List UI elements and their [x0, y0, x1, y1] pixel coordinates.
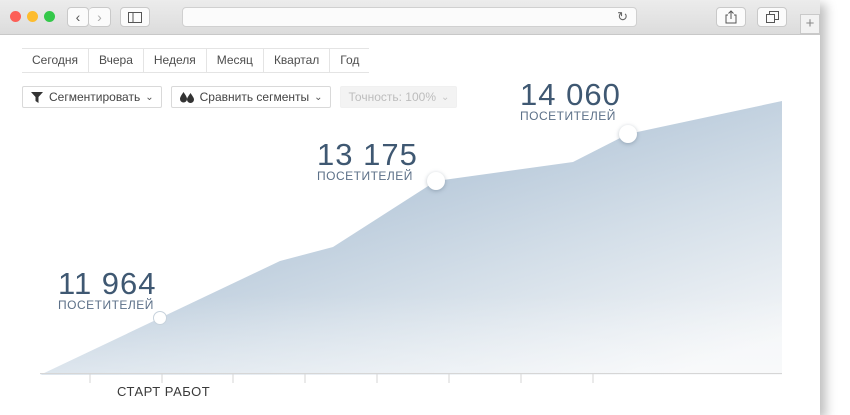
tab-month[interactable]: Месяц [207, 49, 264, 72]
accuracy-label: Точность: 100% [348, 90, 436, 104]
data-point[interactable] [619, 125, 637, 143]
annotation-value: 11 964 [58, 266, 157, 301]
forward-button[interactable]: › [89, 7, 111, 27]
share-icon [725, 10, 737, 24]
segment-button-label: Сегментировать [49, 90, 141, 104]
tabs-overview-icon [765, 11, 779, 23]
annotation-unit: ПОСЕТИТЕЛЕЙ [58, 298, 154, 312]
minimize-window-button[interactable] [27, 11, 38, 22]
annotation-13175: 13 175 ПОСЕТИТЕЛЕЙ [317, 137, 418, 183]
accuracy-select[interactable]: Точность: 100% ⌄ [339, 86, 458, 108]
sidebar-icon [128, 11, 142, 23]
compare-segments-label: Сравнить сегменты [199, 90, 310, 104]
data-point[interactable] [153, 311, 167, 325]
new-tab-button[interactable]: + [800, 14, 820, 34]
annotation-value: 14 060 [520, 77, 621, 112]
chevron-down-icon: ⌄ [314, 91, 323, 103]
filter-icon [31, 91, 43, 103]
page-content: Сегодня Вчера Неделя Месяц Квартал Год С… [0, 35, 820, 415]
tab-today[interactable]: Сегодня [22, 49, 89, 72]
tab-year[interactable]: Год [330, 49, 369, 72]
browser-window: ‹ › ↻ + Сегодня Вчера Неделя Месяц Кварт… [0, 0, 820, 415]
annotation-unit: ПОСЕТИТЕЛЕЙ [520, 109, 616, 123]
chevron-down-icon: ⌄ [441, 91, 450, 103]
chevron-down-icon: ⌄ [145, 91, 154, 103]
close-window-button[interactable] [10, 11, 21, 22]
data-point[interactable] [427, 172, 445, 190]
address-bar[interactable]: ↻ [182, 7, 637, 27]
annotation-unit: ПОСЕТИТЕЛЕЙ [317, 169, 413, 183]
reload-icon[interactable]: ↻ [617, 9, 628, 25]
filter-controls: Сегментировать ⌄ Сравнить сегменты ⌄ Точ… [22, 86, 458, 108]
chevron-right-icon: › [97, 9, 102, 25]
tab-yesterday[interactable]: Вчера [89, 49, 144, 72]
compare-segments-button[interactable]: Сравнить сегменты ⌄ [170, 86, 331, 108]
chevron-left-icon: ‹ [75, 9, 81, 25]
period-tabs: Сегодня Вчера Неделя Месяц Квартал Год [22, 48, 370, 73]
tab-quarter[interactable]: Квартал [264, 49, 331, 72]
sidebar-toggle-button[interactable] [120, 7, 150, 27]
drops-icon [179, 91, 194, 103]
browser-toolbar: ‹ › ↻ + [0, 0, 820, 35]
tab-week[interactable]: Неделя [144, 49, 207, 72]
back-button[interactable]: ‹ [67, 7, 89, 27]
share-button[interactable] [716, 7, 746, 27]
annotation-value: 13 175 [317, 137, 418, 172]
segment-button[interactable]: Сегментировать ⌄ [22, 86, 162, 108]
annotation-14060: 14 060 ПОСЕТИТЕЛЕЙ [520, 77, 621, 123]
tabs-overview-button[interactable] [757, 7, 787, 27]
start-label: СТАРТ РАБОТ [117, 384, 211, 399]
annotation-11964: 11 964 ПОСЕТИТЕЛЕЙ [58, 266, 157, 312]
zoom-window-button[interactable] [44, 11, 55, 22]
